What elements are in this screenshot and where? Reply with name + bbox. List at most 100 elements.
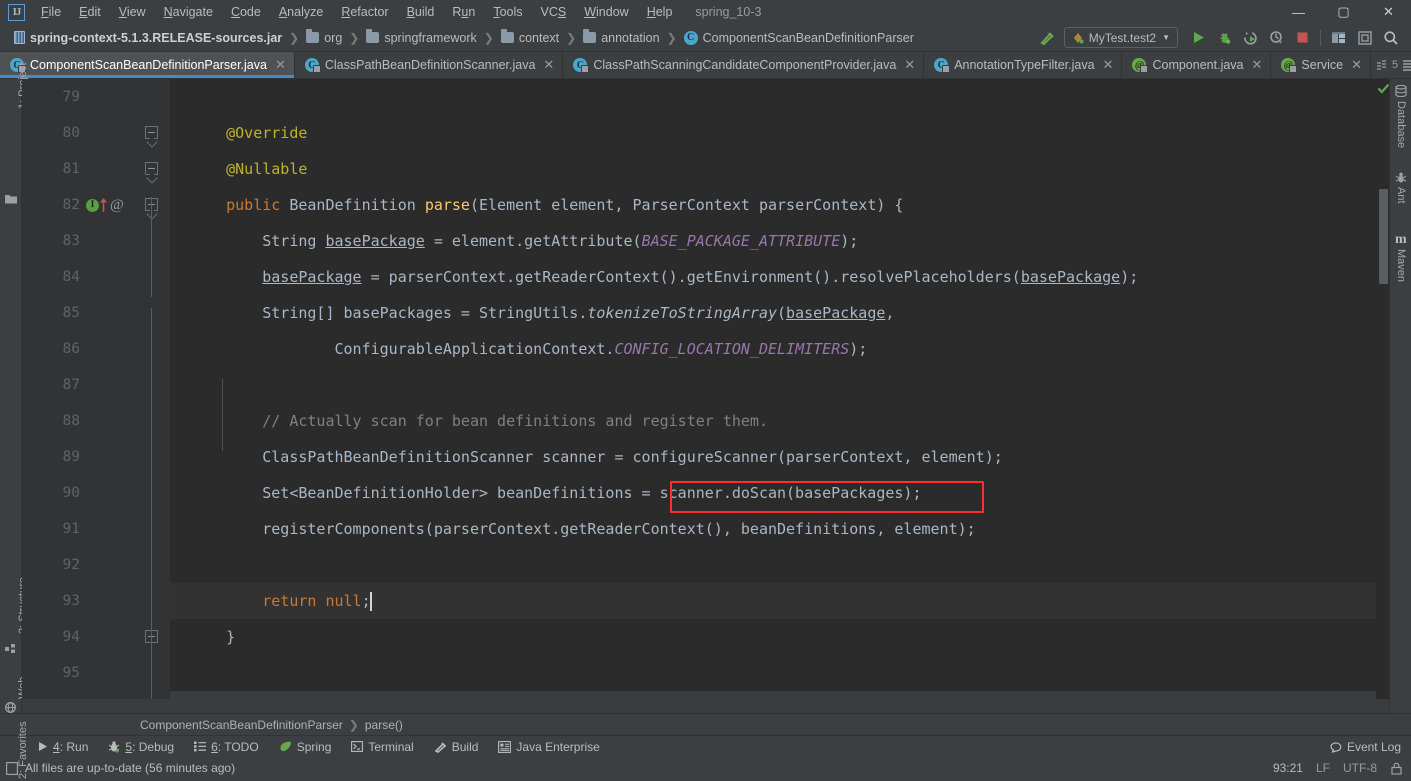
tab-close-icon[interactable]: ✕	[275, 57, 286, 73]
gutter-line-84[interactable]: 84	[22, 259, 170, 295]
code-text-area[interactable]: @Override @Nullable public BeanDefinitio…	[170, 79, 1389, 713]
gutter-line-79[interactable]: 79	[22, 79, 170, 115]
editor-gutter[interactable]: 79808182I@8384858687888990919293949596@	[22, 79, 170, 713]
nav-crumb-3[interactable]: context	[497, 29, 563, 47]
annotation-gutter-icon[interactable]: @	[110, 197, 124, 213]
code-line-79[interactable]	[170, 79, 1389, 115]
run-configuration-selector[interactable]: MyTest.test2 ▼	[1063, 27, 1178, 48]
gutter-line-83[interactable]: 83	[22, 223, 170, 259]
file-encoding[interactable]: UTF-8	[1343, 761, 1377, 775]
sidebar-item-database[interactable]: Database	[1395, 101, 1407, 148]
fold-toggle-81[interactable]	[145, 162, 158, 175]
close-button[interactable]: ✕	[1366, 0, 1411, 24]
debug-button[interactable]	[1212, 26, 1236, 50]
menu-build[interactable]: Build	[398, 2, 444, 22]
tool-window-spring[interactable]: Spring	[269, 738, 342, 756]
code-line-80[interactable]: @Override	[170, 115, 1389, 151]
menu-navigate[interactable]: Navigate	[155, 2, 222, 22]
menu-vcs[interactable]: VCS	[532, 2, 576, 22]
tab-menu-icon[interactable]	[1402, 59, 1411, 72]
code-line-81[interactable]: @Nullable	[170, 151, 1389, 187]
editor-vertical-scrollbar[interactable]	[1379, 189, 1388, 284]
maximize-button[interactable]: ▢	[1321, 0, 1366, 24]
menu-help[interactable]: Help	[638, 2, 682, 22]
implemented-method-icon[interactable]: I	[86, 197, 108, 213]
sidebar-item-favorites[interactable]: 2: Favorites	[17, 722, 29, 779]
nav-crumb-5[interactable]: C ComponentScanBeanDefinitionParser	[680, 29, 918, 47]
run-button[interactable]	[1186, 26, 1210, 50]
menu-refactor[interactable]: Refactor	[332, 2, 397, 22]
gutter-line-93[interactable]: 93	[22, 583, 170, 619]
code-line-95[interactable]	[170, 655, 1389, 691]
code-editor[interactable]: 79808182I@8384858687888990919293949596@ …	[22, 79, 1389, 713]
chevron-down-icon[interactable]: ▼	[1162, 33, 1170, 42]
sidebar-item-ant[interactable]: Ant	[1395, 187, 1407, 204]
gutter-line-95[interactable]: 95	[22, 655, 170, 691]
settings-button[interactable]	[1353, 26, 1377, 50]
error-stripe-marker-column[interactable]	[1376, 79, 1389, 713]
gutter-line-89[interactable]: 89	[22, 439, 170, 475]
code-line-88[interactable]: // Actually scan for bean definitions an…	[170, 403, 1389, 439]
gutter-line-87[interactable]: 87	[22, 367, 170, 403]
menu-run[interactable]: Run	[443, 2, 484, 22]
editor-tab-0[interactable]: C ComponentScanBeanDefinitionParser.java ✕	[0, 52, 295, 78]
nav-crumb-0[interactable]: spring-context-5.1.3.RELEASE-sources.jar	[10, 29, 286, 47]
code-line-93[interactable]: return null;	[170, 583, 1389, 619]
tab-list-button[interactable]: 5	[1377, 59, 1398, 71]
code-line-85[interactable]: String[] basePackages = StringUtils. toke…	[170, 295, 1389, 331]
build-hammer-icon[interactable]	[1036, 26, 1060, 50]
nav-crumb-2[interactable]: springframework	[362, 29, 480, 47]
tool-window-6-todo[interactable]: 6: TODO	[184, 738, 269, 756]
editor-tab-3[interactable]: C AnnotationTypeFilter.java ✕	[924, 52, 1123, 78]
tool-window-build[interactable]: Build	[424, 738, 489, 756]
code-line-83[interactable]: String basePackage = element.getAttribut…	[170, 223, 1389, 259]
caret-position[interactable]: 93:21	[1273, 761, 1303, 775]
editor-tab-1[interactable]: C ClassPathBeanDefinitionScanner.java ✕	[295, 52, 564, 78]
gutter-line-86[interactable]: 86	[22, 331, 170, 367]
search-everywhere-button[interactable]	[1379, 26, 1403, 50]
code-line-84[interactable]: basePackage = parserContext.getReaderCon…	[170, 259, 1389, 295]
line-separator[interactable]: LF	[1316, 761, 1330, 775]
read-only-lock-icon[interactable]	[1390, 762, 1403, 775]
sidebar-item-maven[interactable]: Maven	[1395, 249, 1407, 282]
code-line-86[interactable]: ConfigurableApplicationContext. CONFIG_LO…	[170, 331, 1389, 367]
gutter-line-90[interactable]: 90	[22, 475, 170, 511]
tab-close-icon[interactable]: ✕	[1252, 57, 1263, 73]
menu-tools[interactable]: Tools	[484, 2, 531, 22]
tool-window-5-debug[interactable]: 5: Debug	[98, 738, 184, 756]
minimize-button[interactable]: —	[1276, 0, 1321, 24]
code-line-89[interactable]: ClassPathBeanDefinitionScanner scanner =…	[170, 439, 1389, 475]
code-line-94[interactable]: }	[170, 619, 1389, 655]
nav-crumb-4[interactable]: annotation	[579, 29, 663, 47]
menu-window[interactable]: Window	[575, 2, 637, 22]
menu-view[interactable]: View	[110, 2, 155, 22]
event-log-button[interactable]: Event Log	[1330, 740, 1411, 754]
breadcrumb-method[interactable]: parse()	[365, 718, 403, 732]
editor-tab-4[interactable]: @ Component.java ✕	[1122, 52, 1272, 78]
nav-crumb-1[interactable]: org	[302, 29, 346, 47]
gutter-line-88[interactable]: 88	[22, 403, 170, 439]
menu-code[interactable]: Code	[222, 2, 270, 22]
tab-close-icon[interactable]: ✕	[1103, 57, 1114, 73]
tab-close-icon[interactable]: ✕	[543, 57, 554, 73]
tool-window-4-run[interactable]: 4: Run	[28, 738, 98, 756]
run-with-coverage-button[interactable]	[1238, 26, 1262, 50]
code-line-91[interactable]: registerComponents(parserContext.getRead…	[170, 511, 1389, 547]
code-line-90[interactable]: Set<BeanDefinitionHolder> beanDefinition…	[170, 475, 1389, 511]
profile-button[interactable]	[1264, 26, 1288, 50]
tool-window-java-enterprise[interactable]: Java Enterprise	[488, 738, 609, 756]
project-structure-button[interactable]	[1327, 26, 1351, 50]
menu-analyze[interactable]: Analyze	[270, 2, 332, 22]
editor-tab-2[interactable]: C ClassPathScanningCandidateComponentProv…	[563, 52, 925, 78]
tool-window-terminal[interactable]: Terminal	[341, 738, 423, 756]
gutter-line-85[interactable]: 85	[22, 295, 170, 331]
editor-tab-5[interactable]: @ Service ✕	[1271, 52, 1371, 78]
code-line-92[interactable]	[170, 547, 1389, 583]
menu-edit[interactable]: Edit	[70, 2, 110, 22]
stop-button[interactable]	[1290, 26, 1314, 50]
gutter-line-92[interactable]: 92	[22, 547, 170, 583]
fold-toggle-80[interactable]	[145, 126, 158, 139]
gutter-line-91[interactable]: 91	[22, 511, 170, 547]
menu-file[interactable]: File	[32, 2, 70, 22]
breadcrumb-class[interactable]: ComponentScanBeanDefinitionParser	[140, 718, 343, 732]
